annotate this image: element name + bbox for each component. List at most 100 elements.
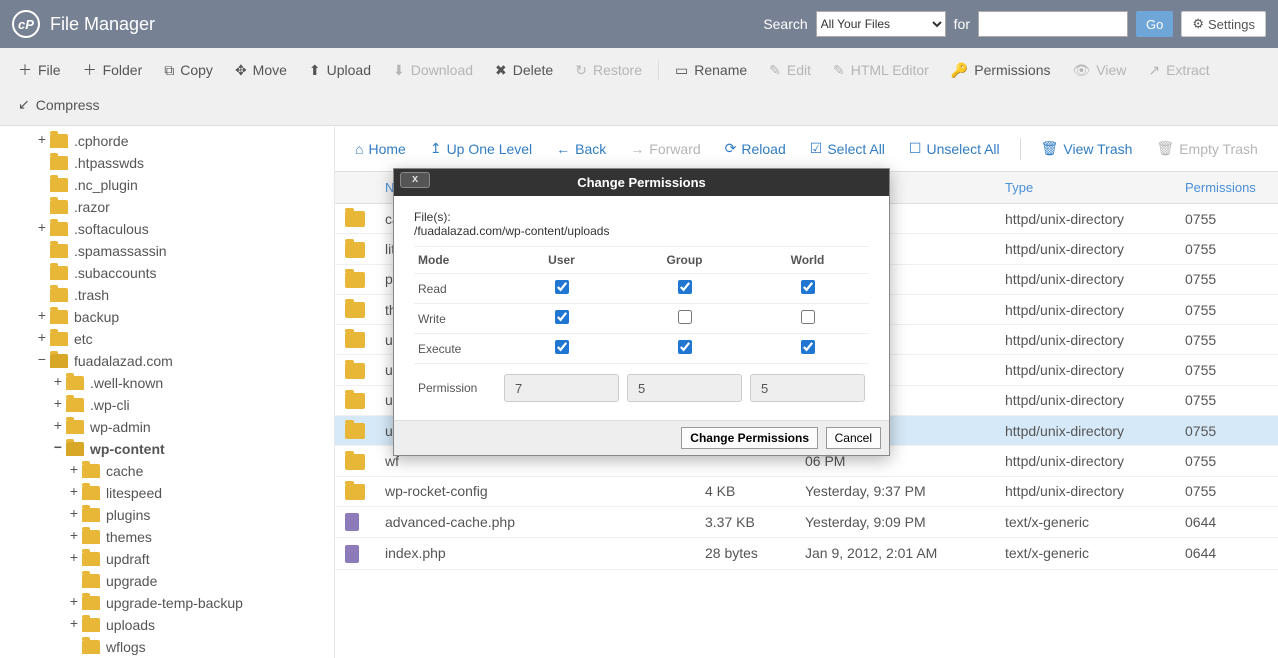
new-folder-button[interactable]: ＋Folder xyxy=(73,54,153,86)
move-button[interactable]: ✥Move xyxy=(225,56,297,85)
tree-item[interactable]: +wp-admin xyxy=(0,416,334,438)
tree-item[interactable]: +etc xyxy=(0,328,334,350)
tree-toggle[interactable]: + xyxy=(68,485,80,501)
view-trash-button[interactable]: 🗑View Trash xyxy=(1031,134,1143,163)
tree-toggle[interactable]: + xyxy=(68,529,80,545)
tree-toggle[interactable]: + xyxy=(52,419,64,435)
tree-toggle[interactable]: − xyxy=(52,441,64,457)
execute-world-checkbox[interactable] xyxy=(801,340,815,354)
perm-group-input[interactable] xyxy=(627,374,742,402)
eye-icon: 👁 xyxy=(1072,62,1090,79)
tree-toggle[interactable]: + xyxy=(68,551,80,567)
plus-icon: ＋ xyxy=(83,60,97,80)
view-button[interactable]: 👁View xyxy=(1062,56,1136,85)
file-row[interactable]: advanced-cache.php3.37 KBYesterday, 9:09… xyxy=(335,506,1278,537)
rename-button[interactable]: ▭Rename xyxy=(665,56,757,85)
col-type[interactable]: Type xyxy=(995,172,1175,204)
back-button[interactable]: ←Back xyxy=(546,135,616,163)
restore-button[interactable]: ↻Restore xyxy=(565,56,652,85)
tree-label: litespeed xyxy=(106,485,162,501)
execute-group-checkbox[interactable] xyxy=(678,340,692,354)
download-icon: ⬇ xyxy=(393,62,405,79)
tree-item[interactable]: +updraft xyxy=(0,548,334,570)
tree-toggle[interactable]: + xyxy=(36,221,48,237)
download-button[interactable]: ⬇Download xyxy=(383,56,483,85)
new-file-button[interactable]: ＋File xyxy=(8,54,71,86)
tree-item[interactable]: +uploads xyxy=(0,614,334,636)
compress-button[interactable]: ↙Compress xyxy=(8,90,110,119)
perm-world-input[interactable] xyxy=(750,374,865,402)
tree-toggle[interactable]: + xyxy=(68,507,80,523)
read-world-checkbox[interactable] xyxy=(801,280,815,294)
tree-toggle[interactable]: + xyxy=(36,331,48,347)
tree-item[interactable]: +.cphorde xyxy=(0,130,334,152)
tree-item[interactable]: .trash xyxy=(0,284,334,306)
execute-user-checkbox[interactable] xyxy=(555,340,569,354)
tree-item[interactable]: −wp-content xyxy=(0,438,334,460)
forward-button[interactable]: →Forward xyxy=(620,135,710,163)
tree-item[interactable]: +.softaculous xyxy=(0,218,334,240)
gear-icon: ⚙ xyxy=(1192,16,1204,32)
tree-item[interactable]: .htpasswds xyxy=(0,152,334,174)
move-icon: ✥ xyxy=(235,62,247,79)
read-group-checkbox[interactable] xyxy=(678,280,692,294)
tree-toggle[interactable]: + xyxy=(36,309,48,325)
home-button[interactable]: ⌂Home xyxy=(345,135,416,163)
copy-button[interactable]: ⧉Copy xyxy=(154,56,223,85)
folder-icon xyxy=(50,222,68,236)
html-editor-button[interactable]: ✎HTML Editor xyxy=(823,56,939,85)
file-row[interactable]: index.php28 bytesJan 9, 2012, 2:01 AMtex… xyxy=(335,538,1278,569)
tree-item[interactable]: upgrade xyxy=(0,570,334,592)
tree-item[interactable]: +.well-known xyxy=(0,372,334,394)
tree-item[interactable]: .nc_plugin xyxy=(0,174,334,196)
tree-toggle[interactable]: + xyxy=(52,375,64,391)
search-input[interactable] xyxy=(978,11,1128,37)
col-icon[interactable] xyxy=(335,172,375,204)
tree-toggle[interactable]: + xyxy=(36,133,48,149)
reload-button[interactable]: ⟳Reload xyxy=(715,134,796,163)
write-group-checkbox[interactable] xyxy=(678,310,692,324)
tree-item[interactable]: +upgrade-temp-backup xyxy=(0,592,334,614)
settings-button[interactable]: ⚙ Settings xyxy=(1181,11,1266,37)
read-user-checkbox[interactable] xyxy=(555,280,569,294)
tree-label: .trash xyxy=(74,287,109,303)
tree-item[interactable]: +backup xyxy=(0,306,334,328)
upload-button[interactable]: ⬆Upload xyxy=(299,56,381,85)
folder-tree[interactable]: +.cphorde.htpasswds.nc_plugin.razor+.sof… xyxy=(0,126,335,658)
cancel-button[interactable]: Cancel xyxy=(826,427,881,449)
tree-item[interactable]: +.wp-cli xyxy=(0,394,334,416)
up-one-level-button[interactable]: ↥Up One Level xyxy=(420,134,542,163)
perm-user-input[interactable] xyxy=(504,374,619,402)
empty-trash-button[interactable]: 🗑Empty Trash xyxy=(1146,134,1267,163)
tree-toggle[interactable]: + xyxy=(52,397,64,413)
go-button[interactable]: Go xyxy=(1136,11,1173,37)
tree-item[interactable]: −fuadalazad.com xyxy=(0,350,334,372)
write-user-checkbox[interactable] xyxy=(555,310,569,324)
tree-toggle[interactable]: + xyxy=(68,617,80,633)
search-scope-select[interactable]: All Your Files xyxy=(816,11,946,37)
tree-item[interactable]: +cache xyxy=(0,460,334,482)
tree-item[interactable]: +plugins xyxy=(0,504,334,526)
file-type: httpd/unix-directory xyxy=(995,416,1175,446)
tree-item[interactable]: .spamassassin xyxy=(0,240,334,262)
tree-item[interactable]: .subaccounts xyxy=(0,262,334,284)
folder-icon xyxy=(345,423,365,439)
permissions-button[interactable]: 🔑Permissions xyxy=(941,56,1061,85)
tree-toggle[interactable]: − xyxy=(36,353,48,369)
edit-button[interactable]: ✎Edit xyxy=(759,56,821,85)
change-permissions-button[interactable]: Change Permissions xyxy=(681,427,818,449)
tree-item[interactable]: +themes xyxy=(0,526,334,548)
tree-item[interactable]: + litespeed xyxy=(0,482,334,504)
tree-item[interactable]: wflogs xyxy=(0,636,334,658)
tree-item[interactable]: .razor xyxy=(0,196,334,218)
unselect-all-button[interactable]: ☐Unselect All xyxy=(899,134,1010,163)
select-all-button[interactable]: ☑Select All xyxy=(800,134,895,163)
file-row[interactable]: wp-rocket-config4 KBYesterday, 9:37 PMht… xyxy=(335,476,1278,506)
extract-button[interactable]: ↗Extract xyxy=(1138,56,1219,85)
write-world-checkbox[interactable] xyxy=(801,310,815,324)
close-button[interactable]: x xyxy=(400,172,430,188)
tree-toggle[interactable]: + xyxy=(68,463,80,479)
tree-toggle[interactable]: + xyxy=(68,595,80,611)
delete-button[interactable]: ✖Delete xyxy=(485,56,563,85)
col-perm[interactable]: Permissions xyxy=(1175,172,1278,204)
